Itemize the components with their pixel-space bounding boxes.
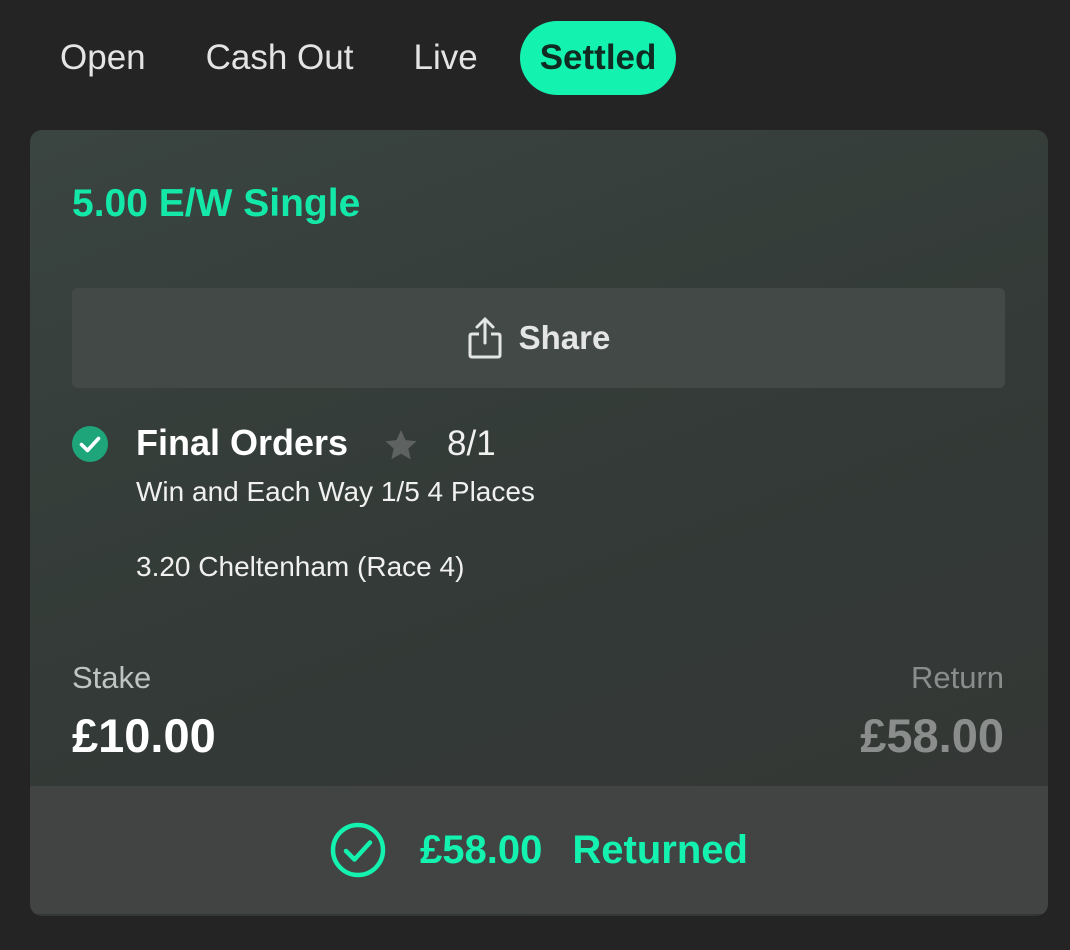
star-icon[interactable] bbox=[382, 426, 420, 464]
share-button[interactable]: Share bbox=[72, 288, 1005, 388]
share-label: Share bbox=[518, 319, 611, 356]
returned-status: Returned bbox=[572, 827, 748, 872]
selection-event: 3.20 Cheltenham (Race 4) bbox=[136, 551, 465, 582]
check-circle-icon bbox=[72, 426, 108, 462]
returned-amount: £58.00 bbox=[420, 827, 543, 872]
return-value: £58.00 bbox=[860, 709, 1004, 762]
bet-title: 5.00 E/W Single bbox=[72, 182, 361, 225]
share-icon bbox=[468, 317, 502, 359]
selection-name: Final Orders bbox=[136, 422, 349, 463]
tab-open[interactable]: Open bbox=[30, 21, 176, 95]
bet-card: 5.00 E/W Single Share Final Orders 8/1 W… bbox=[30, 130, 1048, 916]
bet-result-footer: £58.00 Returned bbox=[30, 786, 1048, 914]
tab-settled[interactable]: Settled bbox=[519, 20, 677, 95]
bet-status-tabs: Open Cash Out Live Settled bbox=[30, 20, 677, 95]
tab-live[interactable]: Live bbox=[383, 21, 507, 95]
return-label: Return bbox=[910, 660, 1004, 695]
selection-odds: 8/1 bbox=[447, 424, 496, 463]
tab-cash-out[interactable]: Cash Out bbox=[176, 21, 384, 95]
check-circle-outline-icon bbox=[330, 822, 386, 878]
selection-market: Win and Each Way 1/5 4 Places bbox=[136, 476, 535, 507]
stake-value: £10.00 bbox=[72, 709, 216, 762]
stake-label: Stake bbox=[72, 660, 152, 695]
